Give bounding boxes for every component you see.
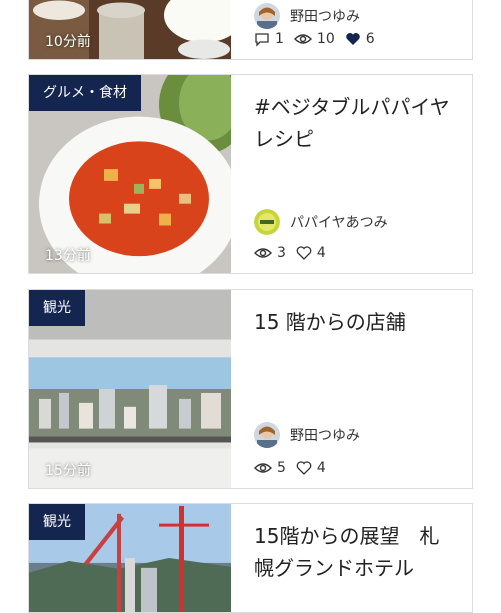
heart-outline-icon	[296, 246, 312, 260]
post-thumbnail[interactable]: 観光 15分前	[29, 290, 231, 488]
post-title[interactable]: 15 階からの店舗	[254, 306, 452, 338]
view-count: 10	[293, 31, 335, 47]
eye-icon	[254, 463, 272, 473]
eye-icon	[293, 34, 312, 44]
author-avatar	[254, 422, 280, 448]
comment-icon	[255, 33, 269, 47]
eye-icon	[254, 248, 272, 258]
post-time: 15分前	[45, 463, 91, 479]
post-card[interactable]: 観光 15分前 15 階からの店舗 野田つゆみ 5 4	[28, 289, 473, 489]
post-author[interactable]: パパイヤあつみ	[254, 209, 388, 235]
like-count[interactable]: 4	[296, 245, 326, 261]
post-card[interactable]: 10分前 野田つゆみ 1 10 6	[28, 0, 473, 60]
post-stats: 3 4	[254, 245, 336, 261]
post-title[interactable]: #ベジタブルパパイヤレシピ	[254, 91, 452, 155]
category-label[interactable]: グルメ・食材	[29, 75, 141, 111]
post-author[interactable]: 野田つゆみ	[254, 422, 360, 448]
post-thumbnail[interactable]: 10分前	[29, 0, 231, 59]
view-count: 3	[254, 245, 286, 261]
post-time: 13分前	[45, 248, 91, 264]
heart-outline-icon	[296, 461, 312, 475]
like-count[interactable]: 4	[296, 460, 326, 476]
category-label[interactable]: 観光	[29, 290, 85, 326]
heart-filled-icon	[346, 33, 360, 45]
author-avatar	[254, 209, 280, 235]
post-time: 10分前	[45, 34, 91, 50]
view-count: 5	[254, 460, 286, 476]
author-name: パパイヤあつみ	[290, 215, 388, 231]
post-author[interactable]: 野田つゆみ	[254, 3, 360, 29]
category-label[interactable]: 観光	[29, 504, 85, 540]
comment-count: 1	[254, 31, 284, 47]
post-title[interactable]: 15階からの展望 札幌グランドホテル	[254, 520, 452, 584]
post-card[interactable]: 観光 15階からの展望 札幌グランドホテル	[28, 503, 473, 613]
author-avatar	[254, 3, 280, 29]
author-name: 野田つゆみ	[290, 9, 360, 25]
post-thumbnail[interactable]: 観光	[29, 504, 231, 612]
post-card[interactable]: グルメ・食材 13分前 #ベジタブルパパイヤレシピ パパイヤあつみ 3 4	[28, 74, 473, 274]
post-thumbnail[interactable]: グルメ・食材 13分前	[29, 75, 231, 273]
author-name: 野田つゆみ	[290, 428, 360, 444]
post-stats: 1 10 6	[254, 31, 385, 47]
post-stats: 5 4	[254, 460, 336, 476]
like-count[interactable]: 6	[345, 31, 375, 47]
